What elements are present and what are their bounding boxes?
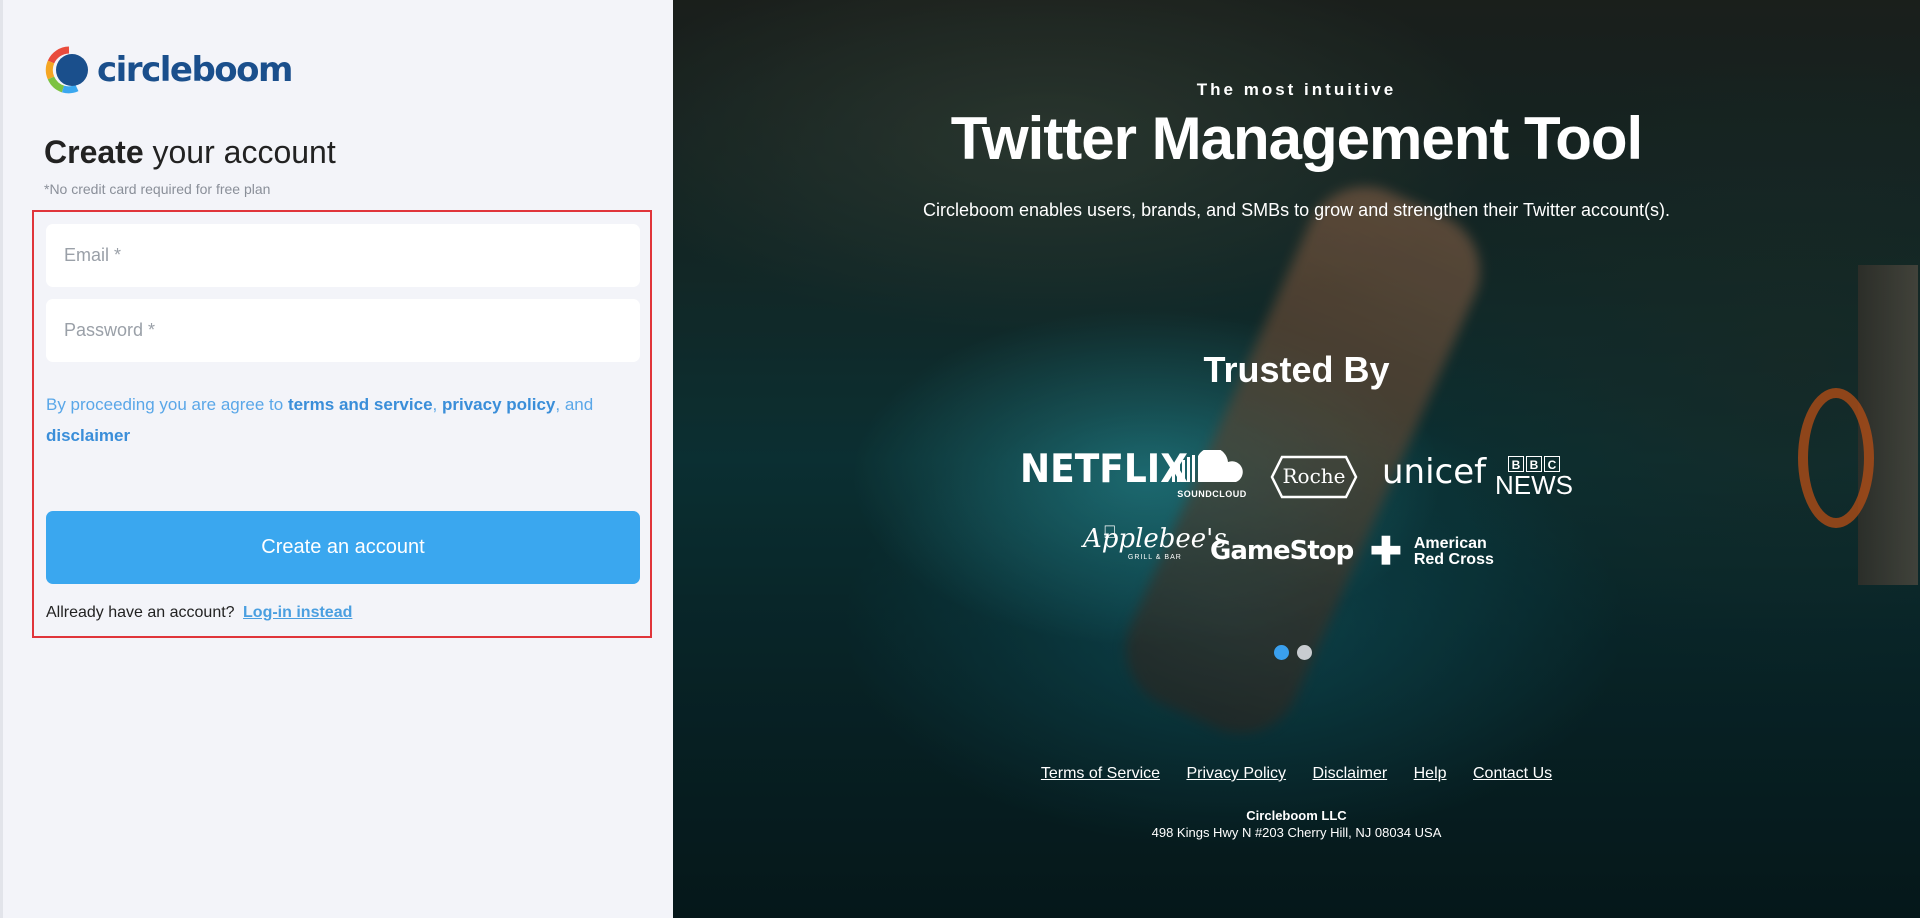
footer-links: Terms of Service Privacy Policy Disclaim…: [673, 765, 1920, 783]
login-prompt-row: Allready have an account? Log-in instead: [46, 604, 352, 622]
privacy-policy-link[interactable]: privacy policy: [442, 395, 555, 414]
terms-prefix: By proceeding you are agree to: [46, 395, 288, 414]
heading-bold: Create: [44, 134, 144, 170]
no-credit-card-note: *No credit card required for free plan: [44, 181, 271, 197]
footer-link-privacy[interactable]: Privacy Policy: [1186, 765, 1286, 782]
hero-title: Twitter Management Tool: [950, 105, 1643, 172]
circleboom-logo[interactable]: circleboom: [43, 44, 293, 96]
unicef-logo: unicef: [1382, 452, 1487, 492]
password-field[interactable]: [46, 299, 640, 362]
footer-link-terms[interactable]: Terms of Service: [1041, 765, 1160, 782]
bbc-news-logo: B B C NEWS: [1495, 456, 1573, 498]
terms-separator-2: , and: [555, 395, 594, 414]
signup-panel: circleboom Create your account *No credi…: [0, 0, 673, 918]
apple-icon: : [1103, 522, 1117, 543]
page-title: Create your account: [44, 134, 336, 171]
company-name: Circleboom LLC: [1246, 808, 1347, 823]
terms-of-service-link[interactable]: terms and service: [288, 395, 433, 414]
soundcloud-cloud-icon: [1172, 447, 1243, 482]
applebees-logo:  Applebee's GRILL & BAR: [1083, 522, 1227, 561]
email-field[interactable]: [46, 224, 640, 287]
logo-text: circleboom: [97, 50, 293, 90]
company-address: 498 Kings Hwy N #203 Cherry Hill, NJ 080…: [1151, 825, 1442, 840]
carousel-dot[interactable]: [1297, 645, 1312, 660]
cross-icon: ✚: [1370, 531, 1402, 573]
netflix-logo: NETFLIX: [1020, 446, 1188, 493]
heading-rest: your account: [152, 134, 336, 170]
login-link[interactable]: Log-in instead: [243, 604, 352, 621]
trusted-by-heading: Trusted By: [1203, 349, 1390, 390]
american-red-cross-logo: ✚ American Red Cross: [1370, 531, 1494, 573]
gamestop-logo: GameStop: [1210, 536, 1354, 566]
carousel-dots: [1274, 645, 1312, 660]
soundcloud-logo: SOUNDCLOUD: [1172, 447, 1252, 499]
footer-link-disclaimer[interactable]: Disclaimer: [1313, 765, 1388, 782]
roche-label: Roche: [1282, 464, 1346, 488]
hero-description: Circleboom enables users, brands, and SM…: [922, 200, 1671, 220]
redcross-line-2: Red Cross: [1413, 551, 1494, 568]
footer-link-help[interactable]: Help: [1414, 765, 1447, 782]
terms-notice: By proceeding you are agree to terms and…: [46, 389, 640, 451]
carousel-dot-active[interactable]: [1274, 645, 1289, 660]
hero-panel: The most intuitive Twitter Management To…: [673, 0, 1920, 918]
roche-logo: Roche: [1270, 455, 1358, 499]
soundcloud-label: SOUNDCLOUD: [1177, 489, 1247, 499]
create-account-button[interactable]: Create an account: [46, 511, 640, 584]
footer-link-contact[interactable]: Contact Us: [1473, 765, 1552, 782]
terms-separator-1: ,: [432, 395, 442, 414]
login-prompt: Allready have an account?: [46, 604, 235, 621]
circleboom-logo-icon: [45, 46, 88, 94]
hero-tagline: The most intuitive: [1196, 80, 1397, 99]
signup-form: By proceeding you are agree to terms and…: [32, 210, 652, 638]
applebees-sub: GRILL & BAR: [1127, 554, 1182, 561]
disclaimer-link[interactable]: disclaimer: [46, 426, 130, 445]
redcross-line-1: American: [1413, 535, 1487, 552]
bbc-news-label: NEWS: [1495, 470, 1573, 500]
